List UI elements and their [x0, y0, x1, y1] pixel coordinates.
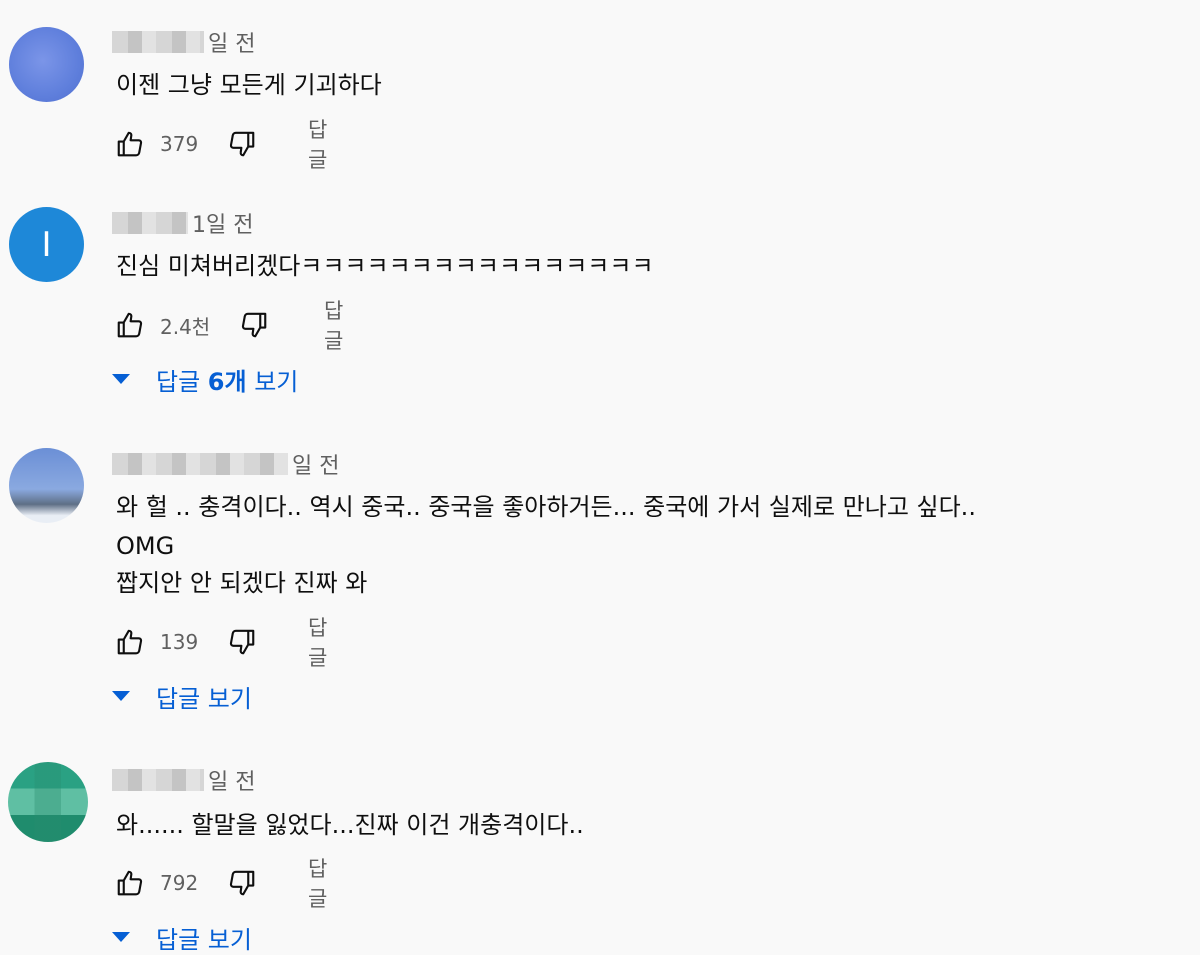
- comment-time[interactable]: 일 전: [292, 448, 339, 480]
- reply-button[interactable]: 답글: [324, 295, 343, 355]
- comment-text: 진심 미쳐버리겠다ㅋㅋㅋㅋㅋㅋㅋㅋㅋㅋㅋㅋㅋㅋㅋㅋ: [116, 252, 654, 280]
- comment-header: 1일 전: [112, 207, 253, 239]
- comment-header: 일 전: [112, 26, 255, 58]
- comment-actions: 379 답글: [114, 118, 327, 172]
- view-replies-button[interactable]: 답글 보기: [112, 920, 252, 954]
- avatar[interactable]: I: [9, 207, 84, 282]
- author-name-redacted[interactable]: [112, 769, 204, 791]
- comment-actions: 139 답글: [114, 616, 327, 670]
- reply-button[interactable]: 답글: [308, 114, 327, 174]
- view-replies-prefix: 답글: [156, 367, 208, 396]
- avatar[interactable]: [8, 762, 88, 842]
- like-count: 379: [160, 132, 199, 156]
- comment-header: 일 전: [112, 448, 339, 480]
- comment-text: 와...... 할말을 잃었다...진짜 이건 개충격이다..: [116, 811, 584, 839]
- view-replies-button[interactable]: 답글 보기: [112, 679, 252, 713]
- comment-text-line: OMG: [116, 532, 175, 560]
- thumbs-down-icon[interactable]: [226, 867, 258, 899]
- view-replies-count: 6개: [207, 367, 247, 396]
- comment-actions: 2.4천 답글: [114, 299, 343, 353]
- view-replies-suffix: 보기: [246, 367, 299, 396]
- thumbs-down-icon[interactable]: [238, 309, 270, 341]
- like-count: 139: [160, 630, 199, 654]
- caret-down-icon: [112, 374, 130, 384]
- thumbs-down-icon[interactable]: [226, 626, 258, 658]
- avatar[interactable]: [9, 448, 84, 523]
- like-count: 792: [160, 871, 199, 895]
- thumbs-down-icon[interactable]: [226, 128, 258, 160]
- caret-down-icon: [112, 691, 130, 701]
- comment-actions: 792 답글: [114, 857, 327, 911]
- comment-text-line: 짭지안 안 되겠다 진짜 와: [116, 569, 368, 597]
- author-name-redacted[interactable]: [112, 31, 204, 53]
- comment-text-line: 와 헐 .. 충격이다.. 역시 중국.. 중국을 좋아하거든... 중국에 가…: [116, 493, 976, 521]
- reply-button[interactable]: 답글: [308, 853, 327, 913]
- avatar[interactable]: [9, 27, 84, 102]
- view-replies-label: 답글 보기: [156, 684, 252, 713]
- comment-time[interactable]: 일 전: [208, 764, 255, 796]
- thumbs-up-icon[interactable]: [114, 867, 146, 899]
- avatar-letter: I: [41, 224, 52, 265]
- comment-time[interactable]: 일 전: [208, 26, 255, 58]
- caret-down-icon: [112, 932, 130, 942]
- author-name-redacted[interactable]: [112, 453, 288, 475]
- like-count: 2.4천: [160, 314, 211, 339]
- comment-header: 일 전: [112, 764, 255, 796]
- comment-time[interactable]: 1일 전: [192, 207, 253, 239]
- thumbs-up-icon[interactable]: [114, 128, 146, 160]
- view-replies-button[interactable]: 답글 6개 보기: [112, 362, 298, 396]
- comment-text: 이젠 그냥 모든게 기괴하다: [116, 71, 382, 99]
- thumbs-up-icon[interactable]: [114, 309, 146, 341]
- author-name-redacted[interactable]: [112, 212, 188, 234]
- view-replies-label: 답글 보기: [156, 925, 252, 954]
- reply-button[interactable]: 답글: [308, 612, 327, 672]
- thumbs-up-icon[interactable]: [114, 626, 146, 658]
